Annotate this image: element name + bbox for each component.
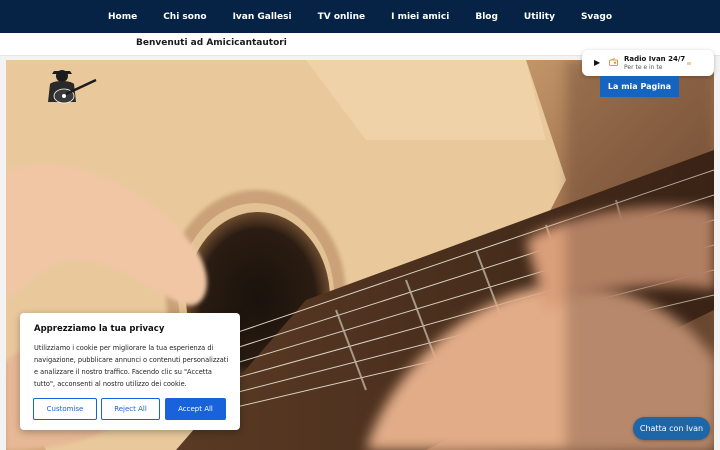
chat-button[interactable]: Chatta con Ivan [633, 417, 710, 440]
cookie-description: Utilizziamo i cookie per migliorare la t… [34, 344, 229, 388]
cookie-consent-banner: Apprezziamo la tua privacy Utilizziamo i… [20, 313, 240, 430]
welcome-text: Benvenuti ad Amicicantautori [136, 38, 287, 48]
radio-icon [609, 58, 618, 66]
nav-item-tv-online[interactable]: TV online [318, 12, 366, 22]
nav-item-svago[interactable]: Svago [581, 12, 612, 22]
nav-item-ivan-gallesi[interactable]: Ivan Gallesi [233, 12, 292, 22]
radio-title: Radio Ivan 24/7 [624, 55, 686, 63]
nav-item-chi-sono[interactable]: Chi sono [163, 12, 206, 22]
cookie-title: Apprezziamo la tua privacy [34, 324, 165, 334]
radio-player[interactable]: ▶ Radio Ivan 24/7 Per te e in te ıııı [582, 50, 714, 76]
nav-item-i-miei-amici[interactable]: I miei amici [391, 12, 449, 22]
site-logo[interactable] [42, 68, 98, 108]
customise-button[interactable]: Customise [33, 398, 97, 420]
nav-item-blog[interactable]: Blog [475, 12, 498, 22]
accept-all-button[interactable]: Accept All [165, 398, 226, 420]
main-navigation: Home Chi sono Ivan Gallesi TV online I m… [0, 0, 720, 33]
nav-item-home[interactable]: Home [108, 12, 137, 22]
nav-item-utility[interactable]: Utility [524, 12, 555, 22]
radio-subtitle: Per te e in te [624, 64, 663, 71]
guitarist-logo-icon [48, 70, 97, 104]
play-icon[interactable]: ▶ [594, 58, 600, 67]
reject-all-button[interactable]: Reject All [101, 398, 160, 420]
my-page-button[interactable]: La mia Pagina [600, 76, 679, 97]
equalizer-icon: ıııı [687, 61, 691, 67]
